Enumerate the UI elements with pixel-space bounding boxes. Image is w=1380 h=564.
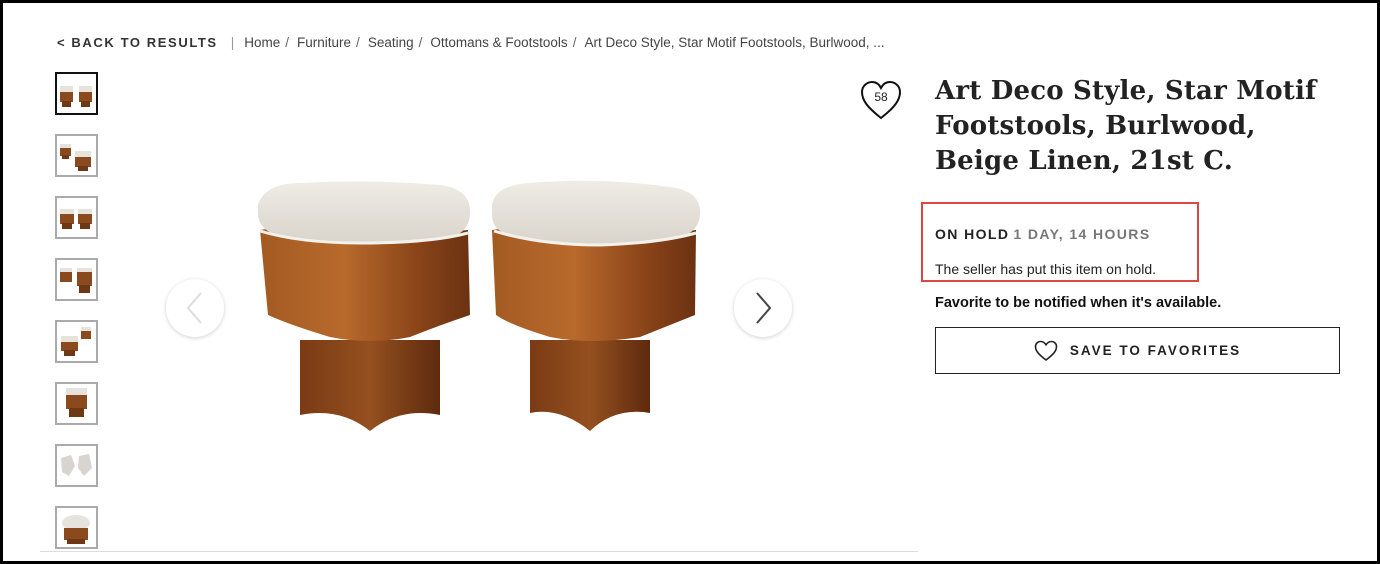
- thumbnail-8[interactable]: [55, 506, 98, 549]
- breadcrumb-ottomans[interactable]: Ottomans & Footstools: [430, 35, 567, 50]
- breadcrumb-current: Art Deco Style, Star Motif Footstools, B…: [584, 34, 885, 50]
- chevron-left-icon: [186, 292, 202, 324]
- breadcrumb: < BACK TO RESULTS | Home / Furniture / Sea…: [57, 33, 885, 51]
- hold-status: ON HOLD 1 DAY, 14 HOURS: [935, 226, 1151, 242]
- back-to-results-link[interactable]: < BACK TO RESULTS: [57, 35, 218, 50]
- gallery-divider: [40, 551, 918, 552]
- thumbnail-7[interactable]: [55, 444, 98, 487]
- gallery-prev-button[interactable]: [166, 279, 224, 337]
- breadcrumb-slash: /: [418, 34, 423, 50]
- thumbnail-list: [55, 72, 99, 564]
- favorite-count: 58: [874, 90, 888, 104]
- breadcrumb-home[interactable]: Home: [244, 35, 280, 50]
- hold-time: 1 DAY, 14 HOURS: [1013, 226, 1151, 242]
- notify-text: Favorite to be notified when it's availa…: [935, 295, 1222, 311]
- breadcrumb-furniture[interactable]: Furniture: [297, 35, 351, 50]
- breadcrumb-seating[interactable]: Seating: [368, 35, 414, 50]
- left-stool: [258, 181, 471, 431]
- favorite-count-button[interactable]: 58: [859, 79, 903, 121]
- product-main-image[interactable]: [240, 175, 720, 445]
- breadcrumb-slash: /: [285, 34, 290, 50]
- chevron-right-icon: [756, 292, 772, 324]
- thumbnail-5[interactable]: [55, 320, 98, 363]
- heart-icon: [1034, 340, 1058, 361]
- hold-message: The seller has put this item on hold.: [935, 261, 1157, 277]
- thumbnail-1[interactable]: [55, 72, 98, 115]
- thumbnail-6[interactable]: [55, 382, 98, 425]
- breadcrumb-divider: |: [230, 34, 235, 50]
- product-title: Art Deco Style, Star Motif Footstools, B…: [935, 76, 1317, 176]
- breadcrumb-slash: /: [356, 34, 360, 50]
- breadcrumb-slash: /: [572, 34, 577, 50]
- save-to-favorites-label: SAVE TO FAVORITES: [1069, 343, 1242, 358]
- right-stool: [492, 180, 701, 431]
- gallery-next-button[interactable]: [734, 279, 792, 337]
- hold-label: ON HOLD: [935, 226, 1010, 242]
- thumbnail-4[interactable]: [55, 258, 98, 301]
- thumbnail-2[interactable]: [55, 134, 98, 177]
- thumbnail-3[interactable]: [55, 196, 98, 239]
- save-to-favorites-button[interactable]: SAVE TO FAVORITES: [935, 327, 1340, 374]
